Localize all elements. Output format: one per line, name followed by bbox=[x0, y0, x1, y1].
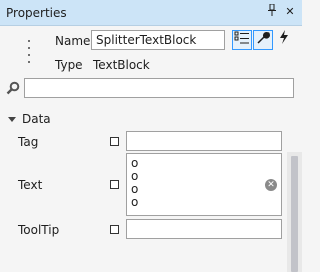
tag-field[interactable] bbox=[126, 131, 282, 151]
collapse-caret-icon[interactable] bbox=[8, 117, 16, 122]
categorized-view-icon bbox=[234, 31, 249, 44]
name-label: Name bbox=[55, 34, 91, 48]
categorized-view-button[interactable] bbox=[232, 30, 252, 50]
property-marker-tooltip[interactable] bbox=[110, 225, 119, 234]
wrench-icon bbox=[257, 32, 270, 44]
property-marker-tag[interactable] bbox=[110, 137, 119, 146]
name-field[interactable]: SplitterTextBlock bbox=[91, 30, 225, 50]
vertical-scrollbar[interactable] bbox=[287, 152, 302, 272]
search-input[interactable] bbox=[24, 78, 294, 98]
text-field[interactable]: o o o o ✕ bbox=[126, 153, 282, 216]
events-view-button[interactable] bbox=[274, 30, 294, 50]
properties-panel: Name SplitterTextBlock Type TextBlock Da… bbox=[0, 26, 302, 272]
search-icon bbox=[6, 81, 20, 95]
category-label: Data bbox=[22, 112, 51, 126]
tooltip-field[interactable] bbox=[126, 219, 282, 239]
property-label-tag: Tag bbox=[18, 135, 39, 149]
properties-view-button[interactable] bbox=[253, 30, 273, 50]
panel-titlebar: Properties ✕ bbox=[0, 0, 302, 26]
panel-title: Properties bbox=[6, 6, 67, 20]
scrollbar-thumb[interactable] bbox=[291, 156, 298, 272]
type-value: TextBlock bbox=[93, 58, 150, 72]
close-icon[interactable]: ✕ bbox=[282, 4, 298, 20]
clear-icon[interactable]: ✕ bbox=[265, 179, 277, 191]
property-label-tooltip: ToolTip bbox=[18, 223, 60, 237]
lightning-icon bbox=[280, 30, 288, 44]
property-marker-text[interactable] bbox=[110, 180, 119, 189]
type-label: Type bbox=[55, 58, 83, 72]
category-data-header[interactable]: Data bbox=[8, 112, 51, 126]
text-line: o bbox=[131, 195, 139, 209]
drag-grip-icon[interactable] bbox=[27, 40, 31, 70]
text-field-content: o o o o bbox=[131, 157, 138, 209]
property-label-text: Text bbox=[18, 178, 43, 192]
pin-icon[interactable] bbox=[264, 3, 280, 20]
